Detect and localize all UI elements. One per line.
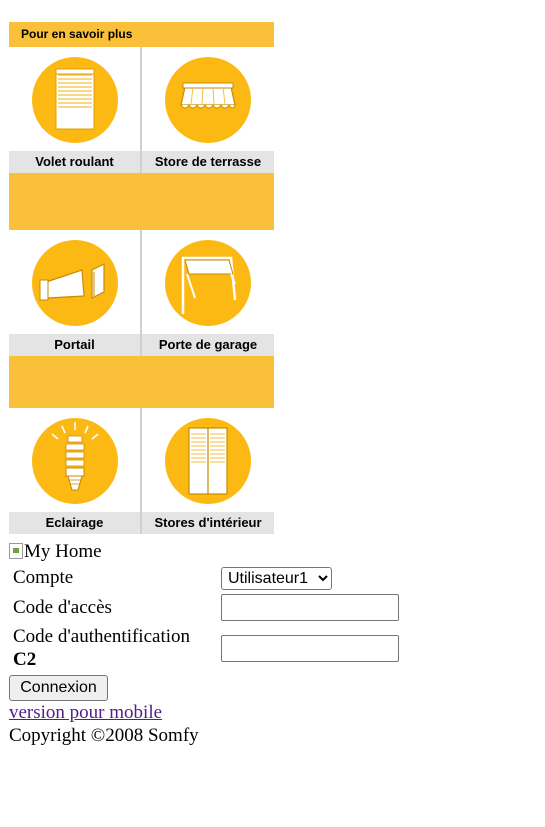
auth-code-label: Code d'authentification [13,626,191,647]
mobile-version-link[interactable]: version pour mobile [9,702,162,724]
yellow-band [9,356,274,408]
access-code-field[interactable] [221,594,399,621]
tile-row: Portail Porte de garage [9,230,274,356]
broken-image-icon [9,543,23,559]
light-bulb-icon [31,418,118,504]
auth-code-hint: C2 [13,649,37,670]
tile-gate[interactable]: Portail [9,230,142,356]
terrace-awning-icon [165,57,251,143]
tile-label: Store de terrasse [142,151,274,173]
tile-terrace-awning[interactable]: Store de terrasse [142,47,274,173]
login-button[interactable]: Connexion [9,675,108,701]
interior-blinds-icon [165,418,251,504]
logo-image: My Home [9,541,102,563]
logo-alt-text: My Home [24,541,102,562]
tile-interior-blinds[interactable]: Stores d'intérieur [142,408,274,534]
account-label: Compte [13,567,74,588]
tile-label: Eclairage [9,512,140,534]
tile-lighting[interactable]: Eclairage [9,408,142,534]
access-code-label: Code d'accès [13,597,112,618]
tile-label: Porte de garage [142,334,274,356]
gate-icon [31,240,118,326]
tile-label: Volet roulant [9,151,140,173]
tile-label: Stores d'intérieur [142,512,274,534]
account-select[interactable]: Utilisateur1 [221,567,332,590]
learn-more-panel: Pour en savoir plus Volet roulant Store … [9,22,274,534]
tile-label: Portail [9,334,140,356]
tile-garage-door[interactable]: Porte de garage [142,230,274,356]
tile-row: Eclairage Stores d'intérieur [9,408,274,534]
roller-shutter-icon [31,57,118,143]
yellow-band [9,173,274,230]
panel-header: Pour en savoir plus [9,22,274,47]
tile-row: Volet roulant Store de terrasse [9,47,274,173]
garage-door-icon [165,240,251,326]
tile-roller-shutter[interactable]: Volet roulant [9,47,142,173]
copyright-text: Copyright ©2008 Somfy [9,725,199,746]
auth-code-field[interactable] [221,635,399,662]
